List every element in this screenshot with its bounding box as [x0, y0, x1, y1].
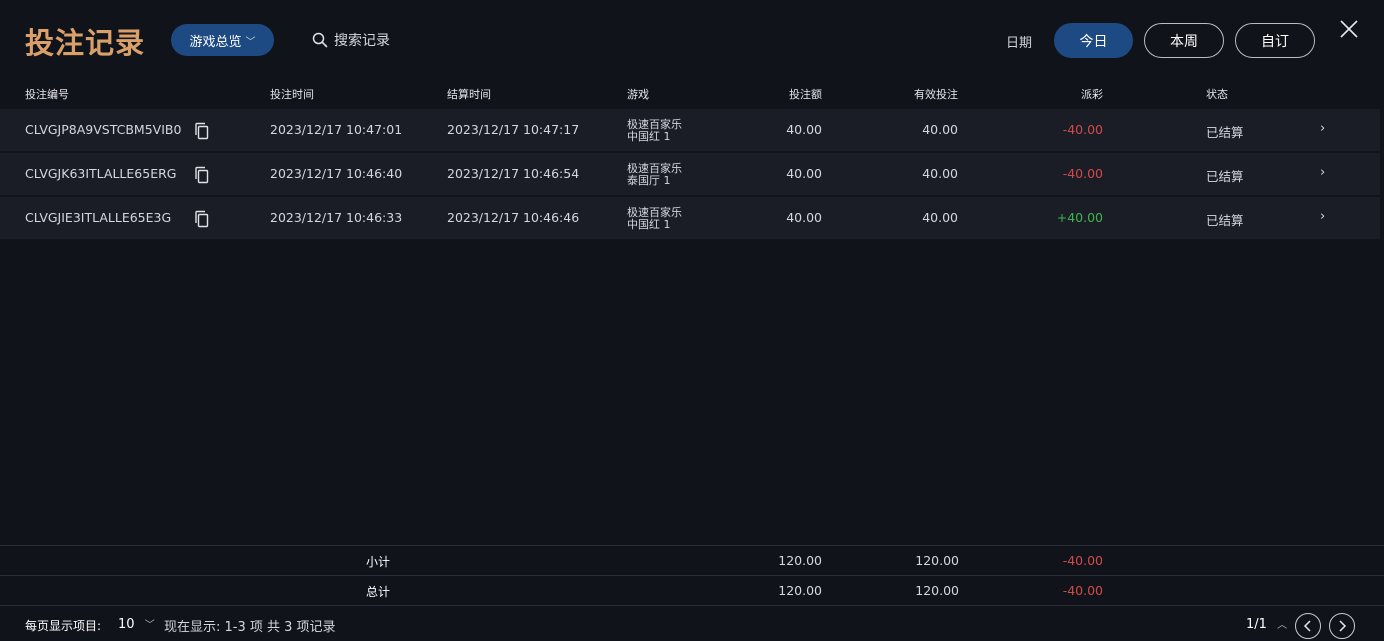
game-table: 泰国厅 1 [627, 174, 671, 187]
col-payout: 派彩 [1081, 88, 1103, 101]
total-label: 总计 [365, 585, 390, 599]
range-week-button[interactable]: 本周 [1144, 23, 1224, 58]
bet-time: 2023/12/17 10:47:01 [270, 122, 403, 137]
range-today-button[interactable]: 今日 [1054, 23, 1133, 58]
col-bet-id: 投注编号 [25, 88, 69, 101]
bet-id: CLVGJP8A9VSTCBM5VIB0 [25, 122, 182, 137]
subtotal-row: 小计 120.00 120.00 -40.00 [0, 546, 1384, 575]
settle-time: 2023/12/17 10:46:46 [447, 210, 580, 225]
close-icon[interactable] [1338, 18, 1360, 40]
table-header: 投注编号 投注时间 结算时间 游戏 投注额 有效投注 派彩 状态 [0, 80, 1384, 108]
status: 已结算 [1206, 169, 1244, 184]
table-body: CLVGJP8A9VSTCBM5VIB0 2023/12/17 10:47:01… [0, 109, 1384, 241]
total-payout: -40.00 [1062, 583, 1103, 598]
col-settle-time: 结算时间 [447, 88, 491, 101]
subtotal-payout: -40.00 [1062, 553, 1103, 568]
chevron-right-icon[interactable]: › [1320, 165, 1325, 180]
total-row: 总计 120.00 120.00 -40.00 [0, 576, 1384, 605]
bet-amount: 40.00 [786, 122, 822, 137]
game-name: 极速百家乐 中国红 1 [627, 207, 682, 231]
valid-bet: 40.00 [922, 122, 958, 137]
date-label: 日期 [1006, 36, 1033, 51]
col-amount: 投注额 [789, 88, 822, 101]
settle-time: 2023/12/17 10:46:54 [447, 166, 580, 181]
game-overview-label: 游戏总览 [189, 34, 242, 50]
total-valid: 120.00 [915, 583, 959, 598]
game-overview-dropdown[interactable]: 游戏总览 ﹀ [171, 24, 274, 56]
chevron-down-icon: ﹀ [144, 620, 155, 631]
per-page-select[interactable]: 10 ﹀ [118, 616, 155, 632]
search-icon [312, 32, 328, 48]
next-page-button[interactable] [1329, 613, 1355, 639]
per-page-value: 10 [118, 617, 135, 632]
game-table: 中国红 1 [627, 218, 671, 231]
payout: +40.00 [1056, 210, 1103, 225]
table-row[interactable]: CLVGJP8A9VSTCBM5VIB0 2023/12/17 10:47:01… [0, 109, 1380, 151]
copy-icon[interactable] [194, 210, 210, 228]
subtotal-valid: 120.00 [915, 553, 959, 568]
page-value: 1/1 [1246, 617, 1267, 632]
subtotal-label: 小计 [365, 555, 390, 569]
chevron-left-icon [1303, 620, 1311, 632]
bet-time: 2023/12/17 10:46:33 [270, 210, 403, 225]
col-game: 游戏 [627, 88, 649, 101]
game-name: 极速百家乐 中国红 1 [627, 119, 682, 143]
game-table: 中国红 1 [627, 130, 671, 143]
total-amount: 120.00 [778, 583, 822, 598]
showing-info: 现在显示: 1-3 项 共 3 项记录 [164, 620, 336, 635]
col-valid: 有效投注 [914, 88, 958, 101]
chevron-right-icon[interactable]: › [1320, 209, 1325, 224]
pagination-bar: 每页显示项目: 10 ﹀ 现在显示: 1-3 项 共 3 项记录 1/1 ︿ [0, 607, 1384, 641]
status: 已结算 [1206, 213, 1244, 228]
page-title: 投注记录 [25, 26, 146, 60]
payout: -40.00 [1062, 122, 1103, 137]
bet-amount: 40.00 [786, 166, 822, 181]
chevron-down-icon: ﹀ [245, 36, 256, 48]
subtotal-amount: 120.00 [778, 553, 822, 568]
per-page-label: 每页显示项目: [25, 619, 102, 633]
chevron-right-icon [1339, 620, 1347, 632]
settle-time: 2023/12/17 10:47:17 [447, 122, 580, 137]
table-row[interactable]: CLVGJIE3ITLALLE65E3G 2023/12/17 10:46:33… [0, 197, 1380, 239]
game-name: 极速百家乐 泰国厅 1 [627, 163, 682, 187]
prev-page-button[interactable] [1295, 613, 1321, 639]
bet-time: 2023/12/17 10:46:40 [270, 166, 403, 181]
col-bet-time: 投注时间 [270, 88, 314, 101]
bet-amount: 40.00 [786, 210, 822, 225]
range-custom-button[interactable]: 自订 [1235, 23, 1315, 58]
valid-bet: 40.00 [922, 210, 958, 225]
table-row[interactable]: CLVGJK63ITLALLE65ERG 2023/12/17 10:46:40… [0, 153, 1380, 195]
chevron-right-icon[interactable]: › [1320, 121, 1325, 136]
col-status: 状态 [1206, 88, 1228, 101]
copy-icon[interactable] [194, 166, 210, 184]
header: 投注记录 游戏总览 ﹀ 搜索记录 日期 今日 本周 自订 [0, 0, 1384, 80]
divider [0, 605, 1384, 606]
page-indicator[interactable]: 1/1 ︿ [1246, 616, 1287, 632]
search-label: 搜索记录 [334, 33, 390, 49]
copy-icon[interactable] [194, 122, 210, 140]
valid-bet: 40.00 [922, 166, 958, 181]
chevron-up-icon: ︿ [1277, 620, 1288, 631]
status: 已结算 [1206, 125, 1244, 140]
bet-id: CLVGJIE3ITLALLE65E3G [25, 210, 172, 225]
payout: -40.00 [1062, 166, 1103, 181]
bet-id: CLVGJK63ITLALLE65ERG [25, 166, 177, 181]
search-records-button[interactable]: 搜索记录 [312, 29, 390, 51]
